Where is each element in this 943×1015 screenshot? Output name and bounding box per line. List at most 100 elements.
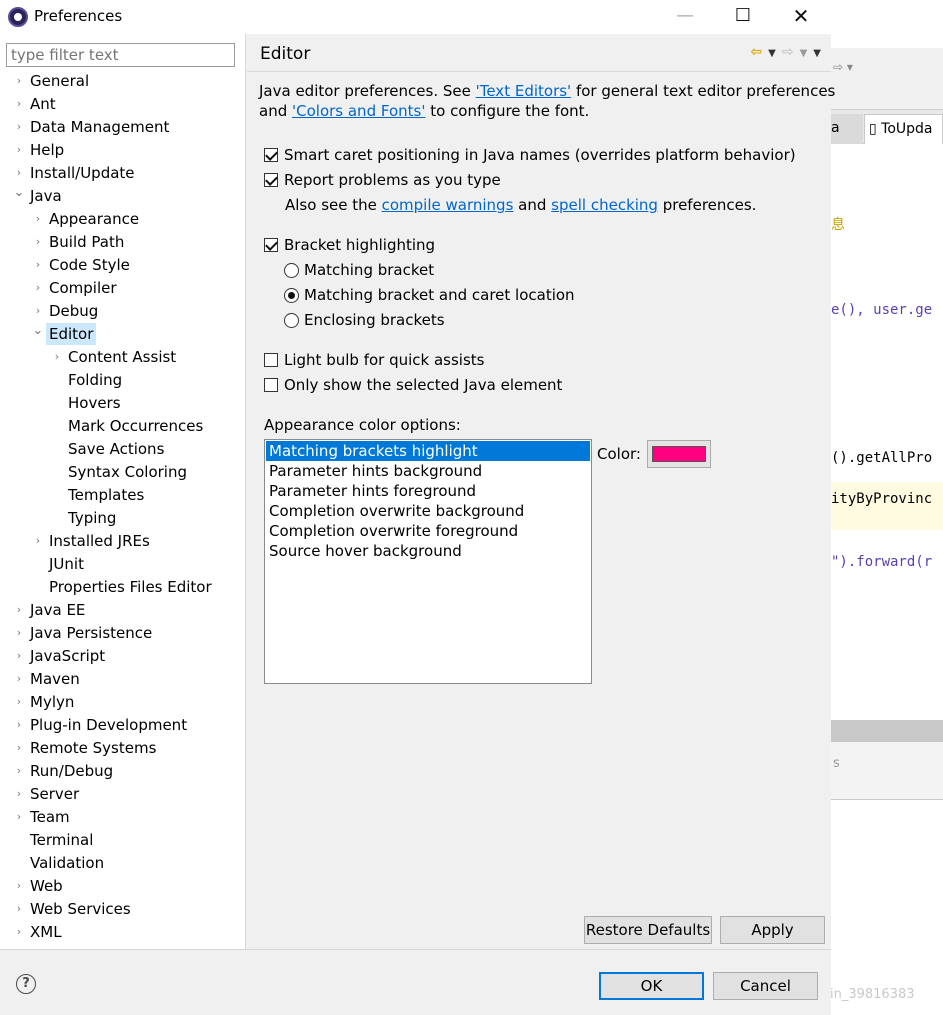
color-option-item[interactable]: Parameter hints foreground — [266, 481, 590, 501]
close-button[interactable]: ✕ — [772, 0, 830, 34]
collapsed-chevron-icon[interactable]: › — [12, 116, 26, 138]
help-icon[interactable]: ? — [16, 974, 36, 994]
tree-item[interactable]: › Maven — [0, 668, 246, 690]
tree-item[interactable]: ⌄ Editor — [0, 323, 246, 345]
tree-item[interactable]: › Web Services — [0, 898, 246, 920]
collapsed-chevron-icon[interactable]: › — [12, 139, 26, 161]
matching-bracket-caret-radio-dot[interactable] — [284, 288, 299, 303]
maximize-button[interactable]: ☐ — [714, 0, 772, 34]
tree-item[interactable]: › Java EE — [0, 599, 246, 621]
collapsed-chevron-icon[interactable]: › — [12, 645, 26, 667]
ok-button[interactable]: OK — [599, 972, 704, 1000]
ide-tab-toupdate[interactable]: ▯ ToUpda — [864, 114, 943, 144]
collapsed-chevron-icon[interactable]: › — [12, 714, 26, 736]
cancel-button[interactable]: Cancel — [713, 972, 818, 1000]
text-editors-link[interactable]: 'Text Editors' — [476, 82, 572, 100]
collapsed-chevron-icon[interactable]: › — [50, 346, 64, 368]
tree-item[interactable]: Validation — [0, 852, 246, 874]
tree-item[interactable]: › Java Persistence — [0, 622, 246, 644]
tree-item[interactable]: › Appearance — [0, 208, 246, 230]
collapsed-chevron-icon[interactable]: › — [12, 691, 26, 713]
collapsed-chevron-icon[interactable]: › — [12, 806, 26, 828]
collapsed-chevron-icon[interactable]: › — [12, 93, 26, 115]
tree-item[interactable]: › Install/Update — [0, 162, 246, 184]
collapsed-chevron-icon[interactable]: › — [12, 875, 26, 897]
expanded-chevron-icon[interactable]: ⌄ — [31, 320, 45, 342]
tree-item[interactable]: › Data Management — [0, 116, 246, 138]
tree-item[interactable]: › Server — [0, 783, 246, 805]
tree-item[interactable]: › Ant — [0, 93, 246, 115]
collapsed-chevron-icon[interactable]: › — [12, 783, 26, 805]
minimize-button[interactable]: — — [656, 0, 714, 34]
tree-item[interactable]: Syntax Coloring — [0, 461, 246, 483]
filter-input[interactable] — [6, 43, 235, 67]
title-bar[interactable]: Preferences — ☐ ✕ — [0, 0, 831, 34]
tree-item[interactable]: › Mylyn — [0, 691, 246, 713]
collapsed-chevron-icon[interactable]: › — [12, 760, 26, 782]
collapsed-chevron-icon[interactable]: › — [12, 622, 26, 644]
tree-item[interactable]: › JavaScript — [0, 645, 246, 667]
color-option-item[interactable]: Source hover background — [266, 541, 590, 561]
tree-item[interactable]: Templates — [0, 484, 246, 506]
report-problems-box[interactable] — [264, 173, 278, 187]
tree-item[interactable]: Typing — [0, 507, 246, 529]
smart-caret-box[interactable] — [264, 148, 278, 162]
colors-and-fonts-link[interactable]: 'Colors and Fonts' — [292, 102, 425, 120]
tree-item[interactable]: ⌄ Java — [0, 185, 246, 207]
tree-item[interactable]: › Debug — [0, 300, 246, 322]
tree-item[interactable]: › Web — [0, 875, 246, 897]
tree-item[interactable]: › Content Assist — [0, 346, 246, 368]
forward-arrow-icon[interactable]: ⇨ — [782, 44, 794, 60]
collapsed-chevron-icon[interactable]: › — [12, 599, 26, 621]
collapsed-chevron-icon[interactable]: › — [12, 898, 26, 920]
tree-item[interactable]: › Help — [0, 139, 246, 161]
tree-item[interactable]: JUnit — [0, 553, 246, 575]
collapsed-chevron-icon[interactable]: › — [31, 530, 45, 552]
tree-item[interactable]: › Build Path — [0, 231, 246, 253]
bracket-highlighting-box[interactable] — [264, 238, 278, 252]
tree-item[interactable]: Save Actions — [0, 438, 246, 460]
tree-item[interactable]: › General — [0, 70, 246, 92]
tree-item[interactable]: Terminal — [0, 829, 246, 851]
matching-bracket-radio-dot[interactable] — [284, 263, 299, 278]
tree-item[interactable]: › Code Style — [0, 254, 246, 276]
collapsed-chevron-icon[interactable]: › — [31, 231, 45, 253]
tree-item[interactable]: Mark Occurrences — [0, 415, 246, 437]
collapsed-chevron-icon[interactable]: › — [31, 277, 45, 299]
tree-item[interactable]: › Run/Debug — [0, 760, 246, 782]
collapsed-chevron-icon[interactable]: › — [12, 70, 26, 92]
back-dropdown-icon[interactable]: ▼ — [768, 48, 776, 59]
color-option-item[interactable]: Parameter hints background — [266, 461, 590, 481]
tree-item[interactable]: Folding — [0, 369, 246, 391]
view-menu-icon[interactable]: ▼ — [813, 48, 821, 59]
color-option-item[interactable]: Matching brackets highlight — [266, 441, 590, 461]
color-option-item[interactable]: Completion overwrite foreground — [266, 521, 590, 541]
enclosing-brackets-radio-dot[interactable] — [284, 313, 299, 328]
restore-defaults-button[interactable]: Restore Defaults — [584, 916, 712, 944]
tree-item[interactable]: Hovers — [0, 392, 246, 414]
tree-item[interactable]: › Plug-in Development — [0, 714, 246, 736]
spell-checking-link[interactable]: spell checking — [551, 196, 658, 214]
collapsed-chevron-icon[interactable]: › — [12, 668, 26, 690]
tree-item[interactable]: › Remote Systems — [0, 737, 246, 759]
tree-item[interactable]: › XML — [0, 921, 246, 943]
collapsed-chevron-icon[interactable]: › — [12, 737, 26, 759]
collapsed-chevron-icon[interactable]: › — [12, 921, 26, 943]
ide-horizontal-scrollbar[interactable] — [831, 720, 943, 742]
light-bulb-box[interactable] — [264, 353, 278, 367]
tree-item[interactable]: Properties Files Editor — [0, 576, 246, 598]
collapsed-chevron-icon[interactable]: › — [31, 254, 45, 276]
back-arrow-icon[interactable]: ⇦ — [750, 44, 762, 60]
color-picker-button[interactable] — [647, 440, 711, 468]
tree-item[interactable]: › Team — [0, 806, 246, 828]
only-selected-element-box[interactable] — [264, 378, 278, 392]
apply-button[interactable]: Apply — [720, 916, 825, 944]
tree-item[interactable]: › Installed JREs — [0, 530, 246, 552]
collapsed-chevron-icon[interactable]: › — [31, 208, 45, 230]
collapsed-chevron-icon[interactable]: › — [31, 300, 45, 322]
tree-item[interactable]: › Compiler — [0, 277, 246, 299]
appearance-color-options-list[interactable]: Matching brackets highlight Parameter hin… — [264, 439, 592, 684]
color-option-item[interactable]: Completion overwrite background — [266, 501, 590, 521]
ide-tab-partial[interactable]: a — [831, 114, 863, 144]
forward-dropdown-icon[interactable]: ▼ — [800, 48, 808, 59]
